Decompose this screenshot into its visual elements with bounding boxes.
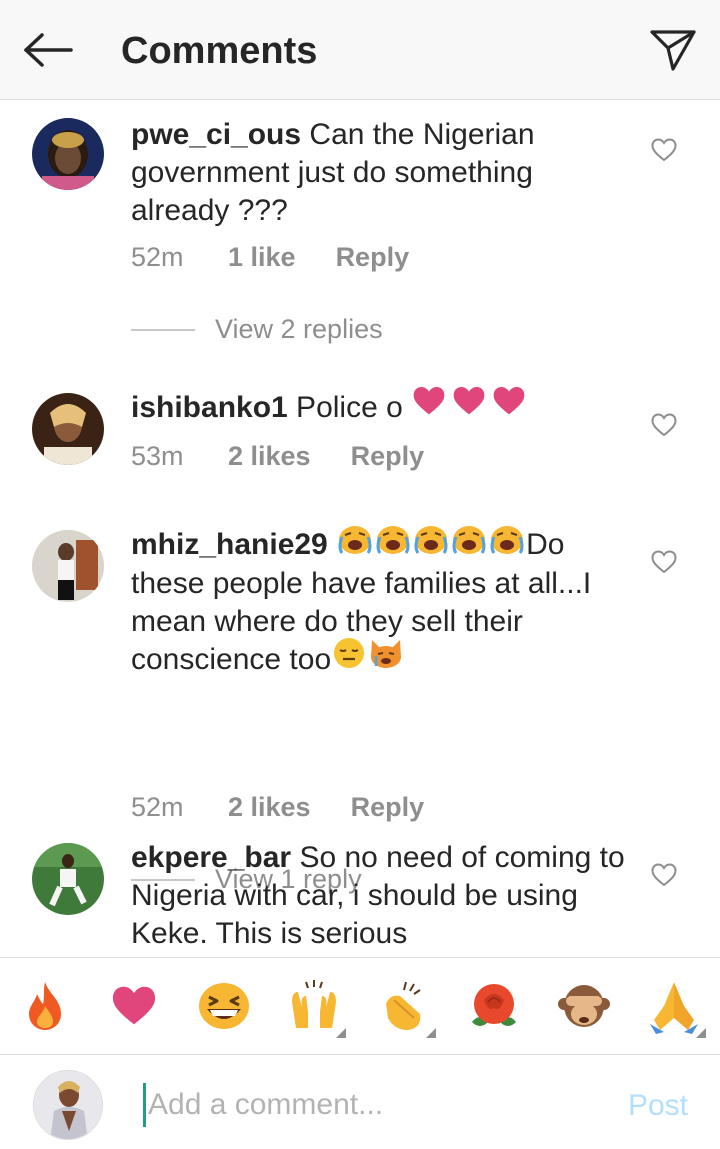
avatar[interactable]: [32, 530, 104, 602]
comment-time: 53m: [131, 441, 184, 471]
avatar[interactable]: [32, 393, 104, 465]
reply-button[interactable]: Reply: [351, 441, 425, 472]
comment-likes[interactable]: 1 like: [228, 242, 296, 273]
comments-list[interactable]: pwe_ci_ous Can the Nigerian government j…: [0, 100, 720, 957]
see-no-evil-monkey-emoji-button[interactable]: [556, 978, 612, 1034]
see-no-evil-monkey-icon: [558, 985, 610, 1027]
reply-button[interactable]: Reply: [351, 792, 425, 823]
grinning-squint-face-icon: [199, 983, 249, 1029]
folded-hands-icon: [650, 982, 698, 1034]
raising-hands-emoji-button[interactable]: [286, 978, 346, 1038]
skin-tone-indicator: [696, 1028, 706, 1038]
comment-username[interactable]: mhiz_hanie29: [131, 528, 328, 561]
skin-tone-indicator: [336, 1028, 346, 1038]
clapping-hands-icon: [386, 981, 421, 1030]
comment-content: Police o: [287, 391, 412, 424]
back-button[interactable]: [20, 28, 76, 72]
pink-heart-icon: [451, 385, 487, 427]
comment-meta: 53m 2 likes Reply: [131, 441, 424, 472]
grinning-squint-face-emoji-button[interactable]: [196, 978, 252, 1034]
avatar[interactable]: [32, 843, 104, 915]
comment-meta: 52m 1 like Reply: [131, 242, 409, 273]
heart-outline-icon: [651, 863, 677, 887]
like-comment-button[interactable]: [648, 546, 680, 578]
comment-input[interactable]: [143, 1083, 583, 1127]
post-button[interactable]: Post: [628, 1089, 688, 1123]
crying-cat-face-icon: [367, 636, 405, 680]
like-comment-button[interactable]: [648, 859, 680, 891]
heart-outline-icon: [651, 413, 677, 437]
comment-username[interactable]: ekpere_bar: [131, 841, 291, 874]
rose-emoji-button[interactable]: [466, 978, 522, 1034]
like-comment-button[interactable]: [648, 409, 680, 441]
comment-username[interactable]: ishibanko1: [131, 391, 288, 424]
fire-icon: [29, 982, 61, 1030]
expressionless-face-icon: [331, 636, 367, 680]
comment-text: pwe_ci_ous Can the Nigerian government j…: [131, 116, 631, 230]
pink-heart-icon: [491, 385, 527, 427]
top-bar: Comments: [0, 0, 720, 100]
comment-text: ekpere_bar So no need of coming to Niger…: [131, 839, 631, 953]
view-replies-button[interactable]: View 2 replies: [131, 314, 383, 345]
comment-text: mhiz_hanie29 Do these people have famili…: [131, 526, 631, 680]
comment-meta: 52m 2 likes Reply: [131, 792, 424, 823]
loudly-crying-face-icon: [488, 521, 526, 565]
heart-outline-icon: [651, 138, 677, 162]
loudly-crying-face-icon: [336, 521, 374, 565]
fire-emoji-button[interactable]: [17, 978, 73, 1034]
pink-heart-icon: [411, 385, 447, 427]
comment-likes[interactable]: 2 likes: [228, 441, 311, 472]
comment-composer: Post: [0, 1055, 720, 1149]
page-title: Comments: [121, 30, 318, 72]
reply-button[interactable]: Reply: [336, 242, 410, 273]
comment-likes[interactable]: 2 likes: [228, 792, 311, 823]
share-button[interactable]: [648, 26, 698, 74]
skin-tone-indicator: [426, 1028, 436, 1038]
back-arrow-icon: [24, 33, 73, 67]
quick-emoji-bar: [0, 957, 720, 1055]
clapping-hands-emoji-button[interactable]: [376, 978, 436, 1038]
folded-hands-emoji-button[interactable]: [646, 978, 706, 1038]
avatar[interactable]: [32, 118, 104, 190]
view-replies-label: View 2 replies: [215, 314, 383, 344]
loudly-crying-face-icon: [374, 521, 412, 565]
paper-plane-icon: [650, 30, 696, 71]
reply-divider-line: [131, 328, 195, 331]
comment-time: 52m: [131, 242, 184, 272]
current-user-avatar: [33, 1070, 103, 1140]
like-comment-button[interactable]: [648, 134, 680, 166]
comment-time: 52m: [131, 792, 184, 822]
loudly-crying-face-icon: [450, 521, 488, 565]
heart-outline-icon: [651, 550, 677, 574]
loudly-crying-face-icon: [412, 521, 450, 565]
comment-username[interactable]: pwe_ci_ous: [131, 118, 301, 151]
rose-icon: [472, 984, 516, 1026]
comment-text: ishibanko1 Police o: [131, 387, 631, 427]
heart-icon: [112, 986, 156, 1025]
heart-emoji-button[interactable]: [106, 978, 162, 1034]
raising-hands-icon: [292, 980, 336, 1028]
